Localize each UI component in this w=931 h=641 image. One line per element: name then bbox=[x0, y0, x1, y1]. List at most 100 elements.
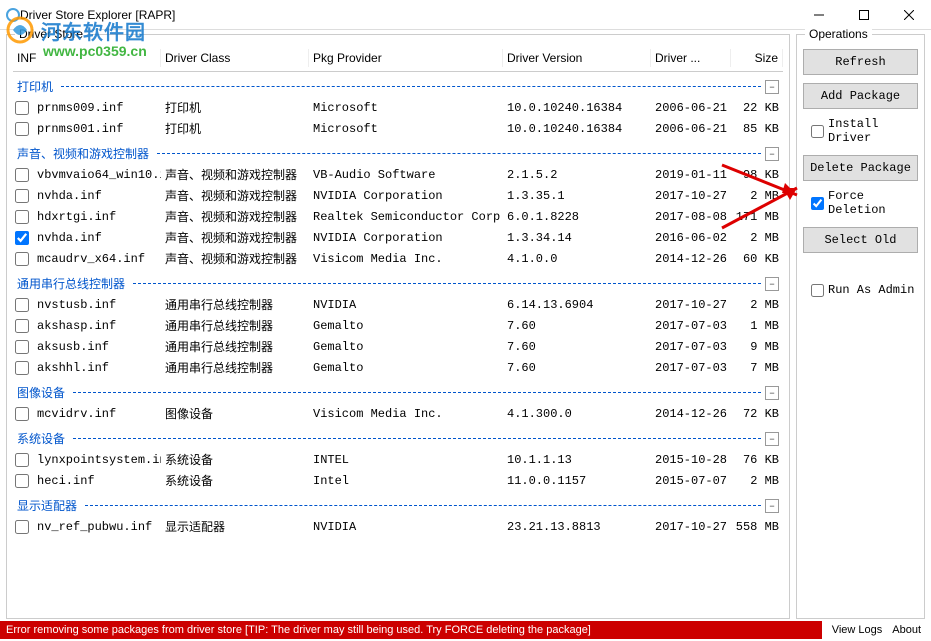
driver-row[interactable]: nvhda.inf声音、视频和游戏控制器NVIDIA Corporation1.… bbox=[13, 185, 783, 206]
cell-date: 2016-06-02 bbox=[651, 230, 731, 246]
group-name: 系统设备 bbox=[17, 430, 65, 447]
close-button[interactable] bbox=[886, 0, 931, 29]
add-package-button[interactable]: Add Package bbox=[803, 83, 918, 109]
driver-row[interactable]: heci.inf系统设备Intel11.0.0.11572015-07-072 … bbox=[13, 470, 783, 491]
cell-version: 4.1.300.0 bbox=[503, 406, 651, 422]
cell-provider: NVIDIA bbox=[309, 519, 503, 535]
row-checkbox[interactable] bbox=[15, 252, 29, 266]
run-as-admin-checkbox[interactable]: Run As Admin bbox=[811, 283, 918, 297]
cell-version: 7.60 bbox=[503, 360, 651, 376]
cell-version: 6.14.13.6904 bbox=[503, 297, 651, 313]
run-as-admin-input[interactable] bbox=[811, 284, 824, 297]
driver-row[interactable]: mcaudrv_x64.inf声音、视频和游戏控制器Visicom Media … bbox=[13, 248, 783, 269]
collapse-icon[interactable]: − bbox=[765, 80, 779, 94]
row-checkbox[interactable] bbox=[15, 122, 29, 136]
cell-inf: nvstusb.inf bbox=[33, 297, 161, 313]
cell-size: 171 MB bbox=[731, 209, 783, 225]
row-checkbox[interactable] bbox=[15, 520, 29, 534]
driver-row[interactable]: prnms001.inf打印机Microsoft10.0.10240.16384… bbox=[13, 118, 783, 139]
cell-provider: Gemalto bbox=[309, 360, 503, 376]
select-old-button[interactable]: Select Old bbox=[803, 227, 918, 253]
delete-package-button[interactable]: Delete Package bbox=[803, 155, 918, 181]
collapse-icon[interactable]: − bbox=[765, 499, 779, 513]
row-checkbox[interactable] bbox=[15, 101, 29, 115]
col-header-class[interactable]: Driver Class bbox=[161, 49, 309, 67]
refresh-button[interactable]: Refresh bbox=[803, 49, 918, 75]
about-link[interactable]: About bbox=[892, 624, 921, 636]
column-headers[interactable]: INF Driver Class Pkg Provider Driver Ver… bbox=[13, 45, 783, 72]
install-driver-input[interactable] bbox=[811, 125, 824, 138]
driver-row[interactable]: akshasp.inf通用串行总线控制器Gemalto7.602017-07-0… bbox=[13, 315, 783, 336]
row-checkbox[interactable] bbox=[15, 231, 29, 245]
cell-provider: INTEL bbox=[309, 452, 503, 468]
col-header-inf[interactable]: INF bbox=[13, 49, 161, 67]
cell-inf: akshasp.inf bbox=[33, 318, 161, 334]
minimize-button[interactable] bbox=[796, 0, 841, 29]
cell-class: 声音、视频和游戏控制器 bbox=[161, 207, 309, 226]
install-driver-checkbox[interactable]: Install Driver bbox=[811, 117, 918, 145]
col-header-version[interactable]: Driver Version bbox=[503, 49, 651, 67]
col-header-size[interactable]: Size bbox=[731, 49, 783, 67]
driver-row[interactable]: nvhda.inf声音、视频和游戏控制器NVIDIA Corporation1.… bbox=[13, 227, 783, 248]
group-name: 图像设备 bbox=[17, 384, 65, 401]
col-header-date[interactable]: Driver ... bbox=[651, 49, 731, 67]
row-checkbox[interactable] bbox=[15, 210, 29, 224]
group-name: 通用串行总线控制器 bbox=[17, 275, 125, 292]
group-header[interactable]: 通用串行总线控制器 − bbox=[13, 269, 783, 294]
cell-class: 打印机 bbox=[161, 119, 309, 138]
force-deletion-input[interactable] bbox=[811, 197, 824, 210]
group-header[interactable]: 显示适配器− bbox=[13, 491, 783, 516]
col-header-provider[interactable]: Pkg Provider bbox=[309, 49, 503, 67]
driver-row[interactable]: nv_ref_pubwu.inf显示适配器NVIDIA23.21.13.8813… bbox=[13, 516, 783, 537]
collapse-icon[interactable]: − bbox=[765, 147, 779, 161]
cell-size: 76 KB bbox=[731, 452, 783, 468]
row-checkbox[interactable] bbox=[15, 407, 29, 421]
row-checkbox[interactable] bbox=[15, 474, 29, 488]
row-checkbox[interactable] bbox=[15, 453, 29, 467]
cell-version: 10.0.10240.16384 bbox=[503, 121, 651, 137]
cell-inf: vbvmvaio64_win10.inf bbox=[33, 167, 161, 183]
cell-version: 1.3.34.14 bbox=[503, 230, 651, 246]
row-checkbox[interactable] bbox=[15, 168, 29, 182]
cell-inf: nvhda.inf bbox=[33, 230, 161, 246]
cell-date: 2017-07-03 bbox=[651, 360, 731, 376]
driver-row[interactable]: aksusb.inf通用串行总线控制器Gemalto7.602017-07-03… bbox=[13, 336, 783, 357]
driver-row[interactable]: prnms009.inf打印机Microsoft10.0.10240.16384… bbox=[13, 97, 783, 118]
driver-store-label: Driver Store bbox=[15, 27, 87, 41]
cell-version: 11.0.0.1157 bbox=[503, 473, 651, 489]
group-header[interactable]: 图像设备 − bbox=[13, 378, 783, 403]
collapse-icon[interactable]: − bbox=[765, 277, 779, 291]
driver-row[interactable]: lynxpointsystem.inf系统设备INTEL10.1.1.13201… bbox=[13, 449, 783, 470]
collapse-icon[interactable]: − bbox=[765, 432, 779, 446]
maximize-button[interactable] bbox=[841, 0, 886, 29]
cell-size: 2 MB bbox=[731, 297, 783, 313]
row-checkbox[interactable] bbox=[15, 298, 29, 312]
driver-row[interactable]: akshhl.inf通用串行总线控制器Gemalto7.602017-07-03… bbox=[13, 357, 783, 378]
cell-class: 声音、视频和游戏控制器 bbox=[161, 165, 309, 184]
row-checkbox[interactable] bbox=[15, 189, 29, 203]
row-checkbox[interactable] bbox=[15, 340, 29, 354]
install-driver-label: Install Driver bbox=[828, 117, 918, 145]
driver-row[interactable]: vbvmvaio64_win10.inf声音、视频和游戏控制器VB-Audio … bbox=[13, 164, 783, 185]
group-header[interactable]: 打印机− bbox=[13, 72, 783, 97]
cell-size: 22 KB bbox=[731, 100, 783, 116]
collapse-icon[interactable]: − bbox=[765, 386, 779, 400]
group-header[interactable]: 声音、视频和游戏控制器− bbox=[13, 139, 783, 164]
cell-class: 通用串行总线控制器 bbox=[161, 358, 309, 377]
cell-size: 72 KB bbox=[731, 406, 783, 422]
cell-provider: Visicom Media Inc. bbox=[309, 251, 503, 267]
driver-row[interactable]: mcvidrv.inf图像设备Visicom Media Inc.4.1.300… bbox=[13, 403, 783, 424]
cell-date: 2006-06-21 bbox=[651, 100, 731, 116]
cell-provider: Gemalto bbox=[309, 318, 503, 334]
driver-row[interactable]: nvstusb.inf通用串行总线控制器NVIDIA6.14.13.690420… bbox=[13, 294, 783, 315]
view-logs-link[interactable]: View Logs bbox=[832, 624, 883, 636]
cell-size: 98 KB bbox=[731, 167, 783, 183]
driver-list[interactable]: 打印机−prnms009.inf打印机Microsoft10.0.10240.1… bbox=[13, 72, 783, 612]
force-deletion-checkbox[interactable]: Force Deletion bbox=[811, 189, 918, 217]
row-checkbox[interactable] bbox=[15, 319, 29, 333]
cell-inf: akshhl.inf bbox=[33, 360, 161, 376]
row-checkbox[interactable] bbox=[15, 361, 29, 375]
driver-row[interactable]: hdxrtgi.inf声音、视频和游戏控制器Realtek Semiconduc… bbox=[13, 206, 783, 227]
cell-version: 2.1.5.2 bbox=[503, 167, 651, 183]
group-header[interactable]: 系统设备 − bbox=[13, 424, 783, 449]
